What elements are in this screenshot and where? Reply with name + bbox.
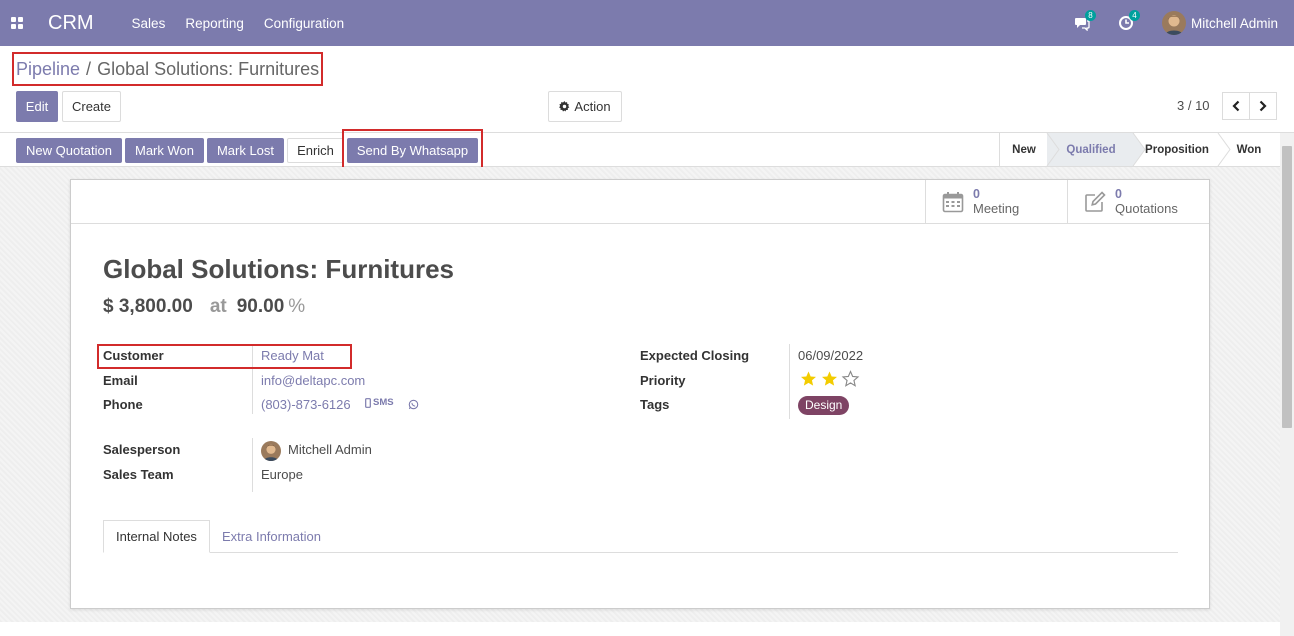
user-avatar[interactable] [1161,11,1186,35]
menu-configuration[interactable]: Configuration [264,16,344,31]
gear-icon [559,101,570,112]
menu-sales[interactable]: Sales [132,16,166,31]
tags-label: Tags [640,397,670,412]
expected-closing-value[interactable]: 06/09/2022 [798,348,863,363]
priority-stars [798,370,861,388]
enrich-button[interactable]: Enrich [287,138,344,163]
percent-sign: % [288,296,306,317]
sales-team-label: Sales Team [103,467,174,482]
expected-revenue-line: $ 3,800.00 at 90.00 % [103,296,305,318]
expected-revenue: $ 3,800.00 [103,296,193,317]
pager-next-button[interactable] [1249,92,1277,120]
apps-menu-icon[interactable] [10,16,24,30]
messages-count-badge: 8 [1084,10,1096,21]
create-button[interactable]: Create [62,91,121,122]
email-label: Email [103,373,138,388]
quotations-smart-button[interactable]: 0 Quotations [1067,180,1209,224]
meeting-label: Meeting [973,201,1020,216]
whatsapp-icon[interactable] [408,399,419,410]
tab-extra-information[interactable]: Extra Information [210,520,333,553]
customer-label: Customer [103,348,164,363]
new-quotation-button[interactable]: New Quotation [16,138,122,163]
statusbar: New Quotation Mark Won Mark Lost Enrich … [0,132,1294,167]
left-group-divider [252,344,253,414]
chevron-left-icon [1232,100,1240,112]
sms-button[interactable]: SMS [365,397,394,408]
mark-lost-button[interactable]: Mark Lost [207,138,284,163]
right-group-divider [789,344,790,419]
send-by-whatsapp-button[interactable]: Send By Whatsapp [347,138,478,163]
quotations-count: 0 [1115,187,1122,201]
pager-previous-button[interactable] [1222,92,1250,120]
action-label: Action [574,99,611,114]
user-menu-name[interactable]: Mitchell Admin [1191,16,1278,31]
customer-value[interactable]: Ready Mat [261,348,324,363]
salesperson-label: Salesperson [103,442,181,457]
main-menu: Sales Reporting Configuration [132,16,365,31]
breadcrumb-pipeline-link[interactable]: Pipeline [16,59,80,80]
star-filled-icon[interactable] [819,370,840,388]
pager-value[interactable]: 3 / 10 [1177,98,1210,113]
tag-design[interactable]: Design [798,396,850,415]
star-empty-icon[interactable] [840,370,861,388]
meeting-smart-button[interactable]: 0 Meeting [925,180,1067,224]
expected-closing-label: Expected Closing [640,348,750,363]
phone-value[interactable]: (803)-873-6126 [261,397,351,412]
meeting-count: 0 [973,187,980,201]
smart-button-box: 0 Meeting 0 Quotations [71,180,1209,224]
scrollbar-thumb[interactable] [1282,146,1292,428]
phone-label: Phone [103,397,143,412]
probability: 90.00 [236,296,285,317]
sms-label: SMS [373,397,394,408]
salesperson-group-divider [252,438,253,492]
record-title: Global Solutions: Furnitures [103,254,454,284]
edit-button[interactable]: Edit [16,91,58,122]
messages-icon[interactable]: 8 [1074,10,1096,32]
notebook-tabs: Internal Notes Extra Information [103,520,1178,553]
calendar-icon [942,192,964,213]
quotations-label: Quotations [1115,201,1178,216]
salesperson-value[interactable]: Mitchell Admin [288,442,372,457]
action-dropdown-button[interactable]: Action [548,91,622,122]
form-sheet: 0 Meeting 0 Quotations Global Solutions:… [70,179,1210,609]
chevron-right-icon [1259,100,1267,112]
star-filled-icon[interactable] [798,370,819,388]
breadcrumb-separator: / [86,59,92,79]
menu-reporting[interactable]: Reporting [185,16,244,31]
sales-team-value[interactable]: Europe [261,467,303,482]
activities-count-badge: 4 [1128,10,1140,21]
pencil-square-icon [1085,191,1106,212]
email-value[interactable]: info@deltapc.com [261,373,365,388]
activities-clock-icon[interactable]: 4 [1118,10,1140,31]
tab-internal-notes[interactable]: Internal Notes [103,520,210,553]
app-brand[interactable]: CRM [48,12,94,35]
priority-label: Priority [640,373,686,388]
top-navbar: CRM Sales Reporting Configuration 8 4 Mi… [0,0,1294,46]
mobile-icon [365,397,371,408]
salesperson-avatar [261,441,281,461]
mark-won-button[interactable]: Mark Won [125,138,204,163]
breadcrumb-current: Global Solutions: Furnitures [97,59,320,79]
breadcrumb: Pipeline / Global Solutions: Furnitures [16,59,319,80]
at-label: at [209,296,227,317]
stage-arrows [1046,133,1231,166]
